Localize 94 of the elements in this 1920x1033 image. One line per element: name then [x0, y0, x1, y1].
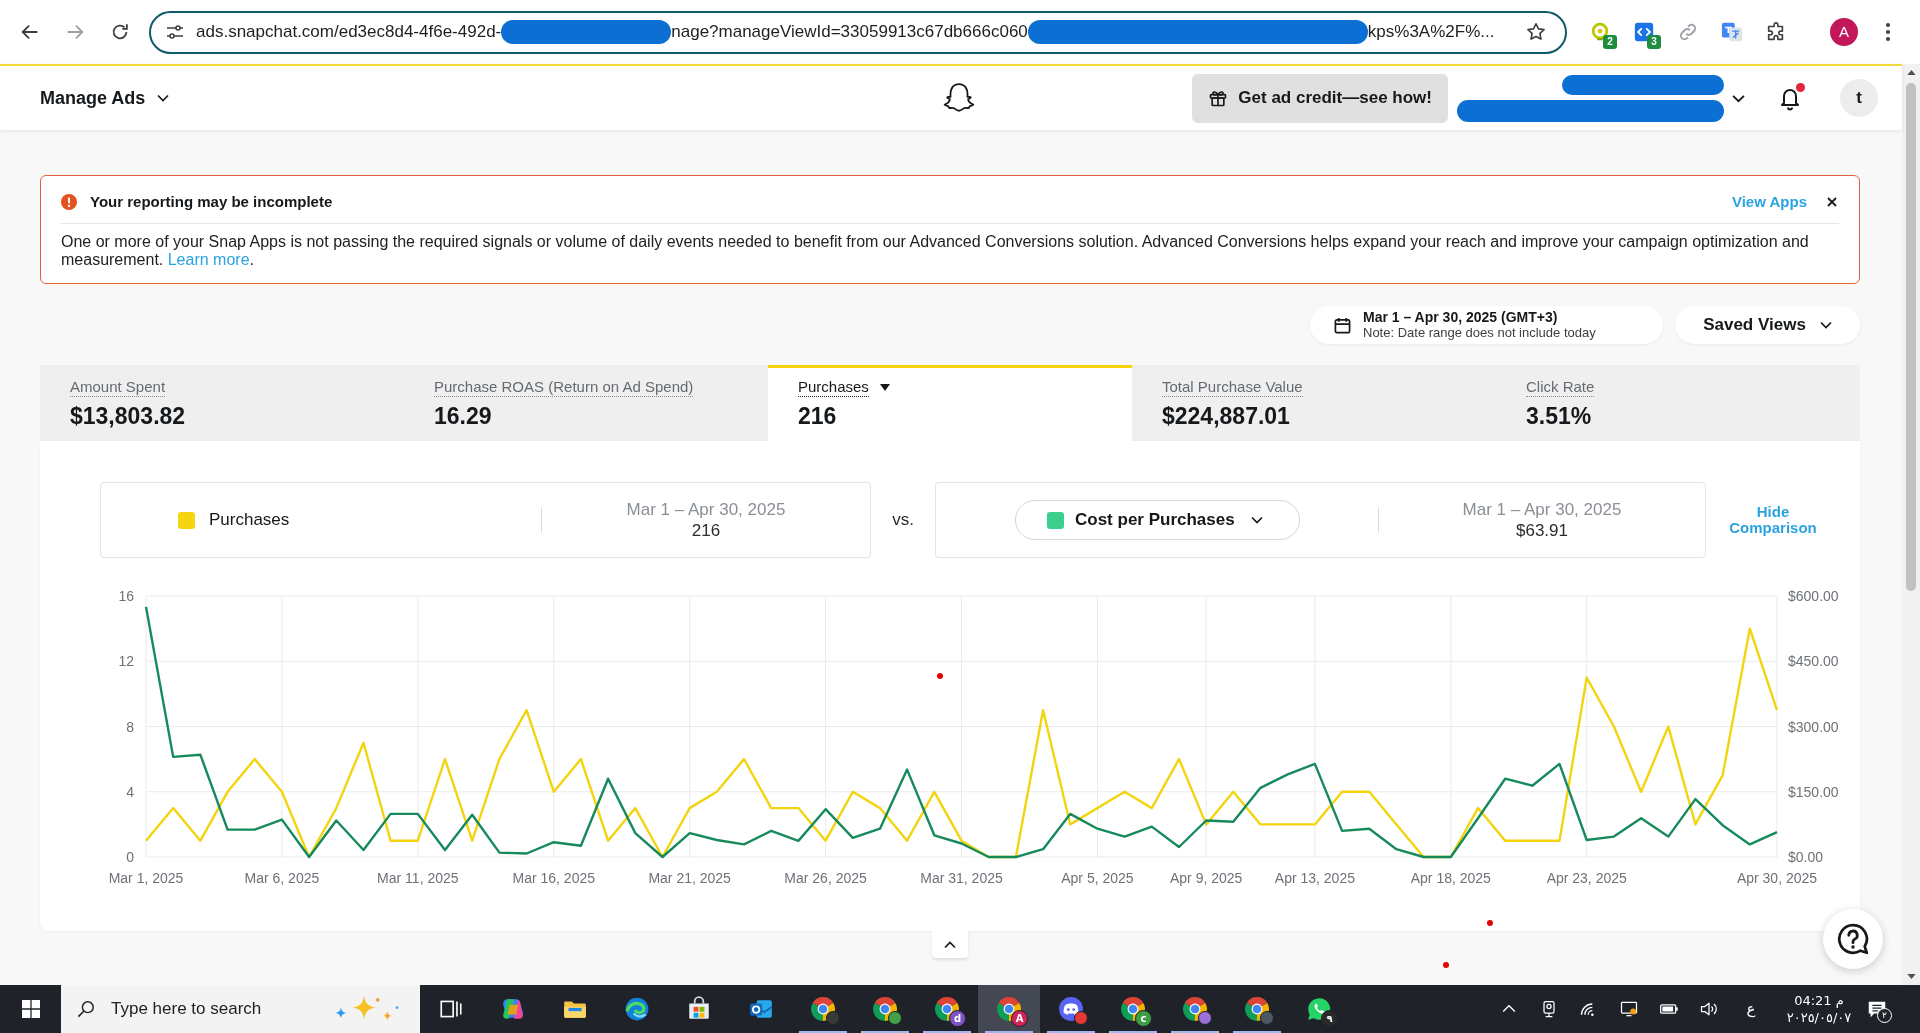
axis-tick-label: $0.00 — [1788, 849, 1824, 865]
swirl-circle-icon — [624, 996, 650, 1022]
shopping-bag-icon — [686, 996, 712, 1022]
ad-credit-button[interactable]: Get ad credit—see how! — [1192, 73, 1448, 123]
axis-tick-label: Mar 26, 2025 — [784, 870, 867, 886]
manage-ads-dropdown[interactable]: Manage Ads — [40, 84, 170, 112]
metric-name: Purchases — [209, 509, 290, 532]
profile-initial: ٩ — [1321, 1010, 1338, 1027]
scrollbar-thumb[interactable] — [1906, 83, 1916, 591]
close-button[interactable] — [1825, 195, 1839, 209]
axis-tick-label: Mar 31, 2025 — [920, 870, 1003, 886]
axis-tick-label: Apr 9, 2025 — [1169, 870, 1243, 886]
axis-tick-label: Apr 5, 2025 — [1061, 870, 1134, 886]
url-text: ads.snapchat.com/ed3ec8d4-4f6e-492d- — [196, 21, 502, 44]
window-panes-icon — [21, 1000, 40, 1018]
metric-tab[interactable]: Purchases 216 — [768, 365, 1132, 441]
chevron-down-icon[interactable] — [1732, 93, 1745, 103]
axis-tick-label: Mar 6, 2025 — [244, 870, 320, 886]
metric-tab[interactable]: Amount Spent $13,803.82 — [40, 365, 404, 441]
profile-initial: c — [1135, 1010, 1152, 1027]
browser-icon — [1244, 996, 1270, 1022]
ghost-icon[interactable] — [942, 81, 976, 115]
axis-tick-label: $150.00 — [1788, 783, 1839, 800]
swirl-icon — [500, 996, 526, 1022]
chevron-down-icon — [1250, 516, 1263, 524]
axis-tick-label: Mar 11, 2025 — [377, 870, 459, 886]
axis-tick-label: 0 — [126, 849, 134, 865]
taskbar-clock[interactable]: 04:21 م ٢٠٢٥/٠٥/٠٧ — [1773, 992, 1865, 1026]
site-settings-icon[interactable] — [165, 22, 185, 42]
metric-tab[interactable]: Purchase ROAS (Return on Ad Spend) 16.29 — [404, 365, 768, 441]
date-range-text: Mar 1 – Apr 30, 2025 — [626, 499, 786, 520]
alert-title: Your reporting may be incomplete — [90, 191, 333, 212]
user-avatar[interactable]: t — [1840, 79, 1878, 117]
profile-initial: d — [949, 1010, 966, 1027]
notification-count: ٢ — [1877, 1008, 1892, 1023]
close-icon — [1827, 197, 1837, 207]
saved-views-dropdown[interactable]: Saved Views — [1675, 306, 1860, 344]
chevron-down-icon — [157, 94, 170, 102]
search-icon — [77, 1000, 95, 1018]
url-text: kps%3A%2F%... — [1367, 21, 1495, 44]
vs-label: vs. — [891, 509, 915, 532]
url-text: nage?manageViewId=33059913c67db666c060 — [671, 21, 1028, 44]
axis-tick-label: Apr 13, 2025 — [1274, 870, 1355, 886]
metric-tab[interactable]: Total Purchase Value $224,887.01 — [1132, 365, 1496, 441]
scroll-down-icon[interactable] — [1906, 974, 1916, 979]
warning-icon — [61, 194, 77, 210]
profile-avatar[interactable]: A — [1830, 18, 1858, 46]
axis-tick-label: Apr 30, 2025 — [1736, 870, 1818, 886]
help-icon — [1836, 922, 1870, 956]
calendar-icon — [1334, 316, 1351, 334]
date-range-picker[interactable]: Mar 1 – Apr 30, 2025 (GMT+3) Note: Date range does not include today — [1310, 306, 1663, 344]
metric-tab[interactable]: Click Rate 3.51% — [1496, 365, 1860, 441]
axis-tick-label: $450.00 — [1788, 653, 1839, 670]
collapse-button[interactable] — [932, 931, 968, 958]
axis-tick-label: 8 — [126, 718, 134, 735]
taskbar-app[interactable]: d — [916, 985, 978, 1033]
browser-icon — [810, 996, 836, 1022]
extension-count: 3 — [1647, 35, 1661, 49]
search-field[interactable]: Type here to search — [61, 985, 420, 1033]
caret-down-icon — [879, 383, 890, 391]
more-menu-icon[interactable] — [1886, 23, 1890, 41]
alert-message: One or more of your Snap Apps is not passing the required signals or volume of daily events needed to benefit from our Advanced Conversions solution. Advanced Conversions helps expand your reach and improve your campaign optimization and measurement. Learn more. — [61, 233, 1810, 269]
axis-tick-label: 4 — [126, 783, 134, 800]
axis-tick-label: Mar 21, 2025 — [648, 870, 731, 886]
profile-initial: A — [1011, 1010, 1028, 1027]
address-bar[interactable]: ads.snapchat.com/ed3ec8d4-4f6e-492d- nage?manageViewId=33059913c67db666c060 kps%3A%2F%... — [149, 10, 1567, 54]
date-range-text: Mar 1 – Apr 30, 2025 — [1462, 499, 1622, 520]
browser-icon — [1182, 996, 1208, 1022]
code-icon[interactable] — [1633, 21, 1655, 43]
chevron-up-icon — [944, 940, 956, 949]
scroll-up-icon[interactable] — [1906, 70, 1916, 75]
translate-icon[interactable] — [1721, 21, 1743, 43]
language-indicator[interactable]: ع — [1729, 997, 1773, 1021]
chevron-down-icon — [1819, 321, 1832, 329]
axis-tick-label: $300.00 — [1788, 718, 1839, 735]
axis-tick-label: 12 — [118, 653, 134, 670]
metric-total: 216 — [691, 520, 721, 541]
bookmark-star-icon[interactable] — [1525, 21, 1547, 43]
taskbar-app[interactable]: ٩ — [1288, 985, 1350, 1033]
monitor-icon[interactable] — [1619, 999, 1639, 1019]
game-controller-icon — [1058, 996, 1084, 1022]
gift-icon — [1208, 88, 1229, 108]
axis-tick-label: Mar 1, 2025 — [108, 870, 184, 886]
ring-icon[interactable] — [1589, 21, 1611, 43]
metric-total: $63.91 — [1516, 520, 1568, 541]
axis-tick-label: $600.00 — [1788, 588, 1839, 604]
axis-tick-label: Apr 18, 2025 — [1410, 870, 1491, 886]
axis-tick-label: Mar 16, 2025 — [512, 870, 595, 886]
help-button[interactable] — [1823, 909, 1883, 969]
axis-tick-label: Apr 23, 2025 — [1546, 870, 1627, 886]
taskbar-app[interactable]: A — [978, 985, 1040, 1033]
axis-tick-label: 16 — [118, 588, 134, 604]
browser-icon — [996, 996, 1022, 1022]
extension-count: 2 — [1603, 35, 1617, 49]
